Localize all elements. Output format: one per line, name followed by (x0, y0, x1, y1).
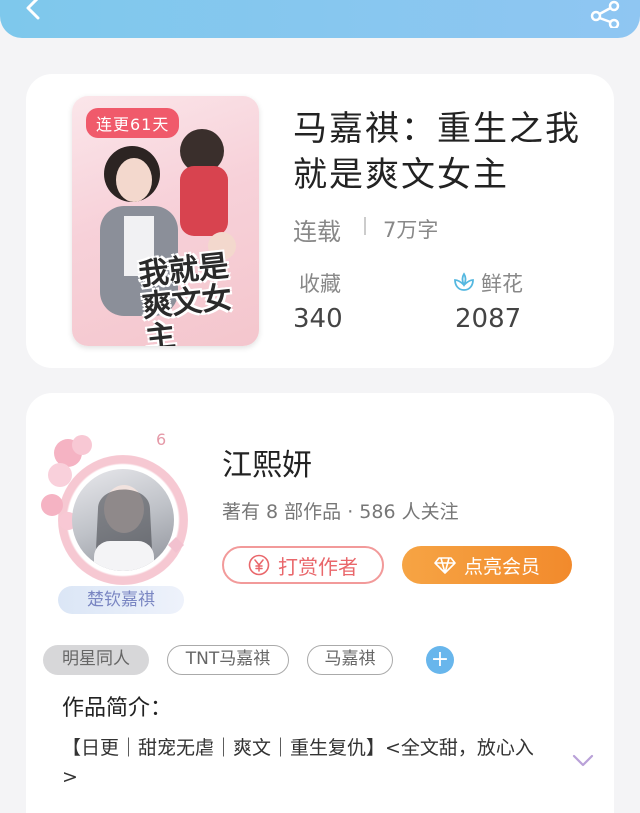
serial-status: 连载 (293, 218, 341, 246)
yen-icon (248, 554, 270, 576)
back-icon[interactable] (18, 0, 50, 26)
tag-item[interactable]: 马嘉祺 (307, 645, 393, 675)
cover-title-art: 我就是爽文女主 (137, 248, 234, 346)
light-up-vip-button[interactable]: 点亮会员 (402, 546, 572, 584)
book-title: 马嘉祺：重生之我就是爽文女主 (293, 109, 581, 195)
diamond-icon (434, 557, 456, 574)
word-count: 7万字 (383, 218, 439, 242)
favorites-label: 收藏 (299, 272, 341, 296)
tag-item[interactable]: 明星同人 (43, 645, 149, 675)
author-avatar[interactable] (72, 469, 174, 571)
tip-author-label: 打赏作者 (278, 554, 358, 579)
share-icon[interactable] (588, 0, 622, 28)
tag-item[interactable]: TNT马嘉祺 (167, 645, 289, 675)
book-cover[interactable]: 连更61天 我就是爽文女主 (72, 96, 259, 346)
favorites-count: 340 (293, 304, 343, 334)
chevron-down-icon[interactable] (572, 754, 594, 768)
intro-text: 【日更｜甜宠无虐｜爽文｜重生复仇】<全文甜，放心入> (62, 737, 534, 788)
flowers-count: 2087 (455, 304, 522, 334)
author-stats: 著有 8 部作品 · 586 人关注 (222, 501, 459, 523)
meta-divider (364, 217, 366, 235)
add-tag-button[interactable]: + (426, 646, 454, 674)
update-streak-badge: 连更61天 (86, 108, 180, 138)
tip-author-button[interactable]: 打赏作者 (222, 546, 384, 584)
flowers-label: 鲜花 (481, 272, 523, 296)
flower-icon (454, 272, 474, 291)
svg-text:6: 6 (156, 430, 166, 449)
avatar-frame-name: 楚钦嘉祺 (58, 586, 184, 614)
top-bar (0, 0, 640, 38)
author-name[interactable]: 江熙妍 (222, 440, 312, 484)
light-up-vip-label: 点亮会员 (463, 555, 540, 578)
intro-title: 作品简介： (62, 696, 173, 721)
avatar-portrait (94, 485, 154, 571)
